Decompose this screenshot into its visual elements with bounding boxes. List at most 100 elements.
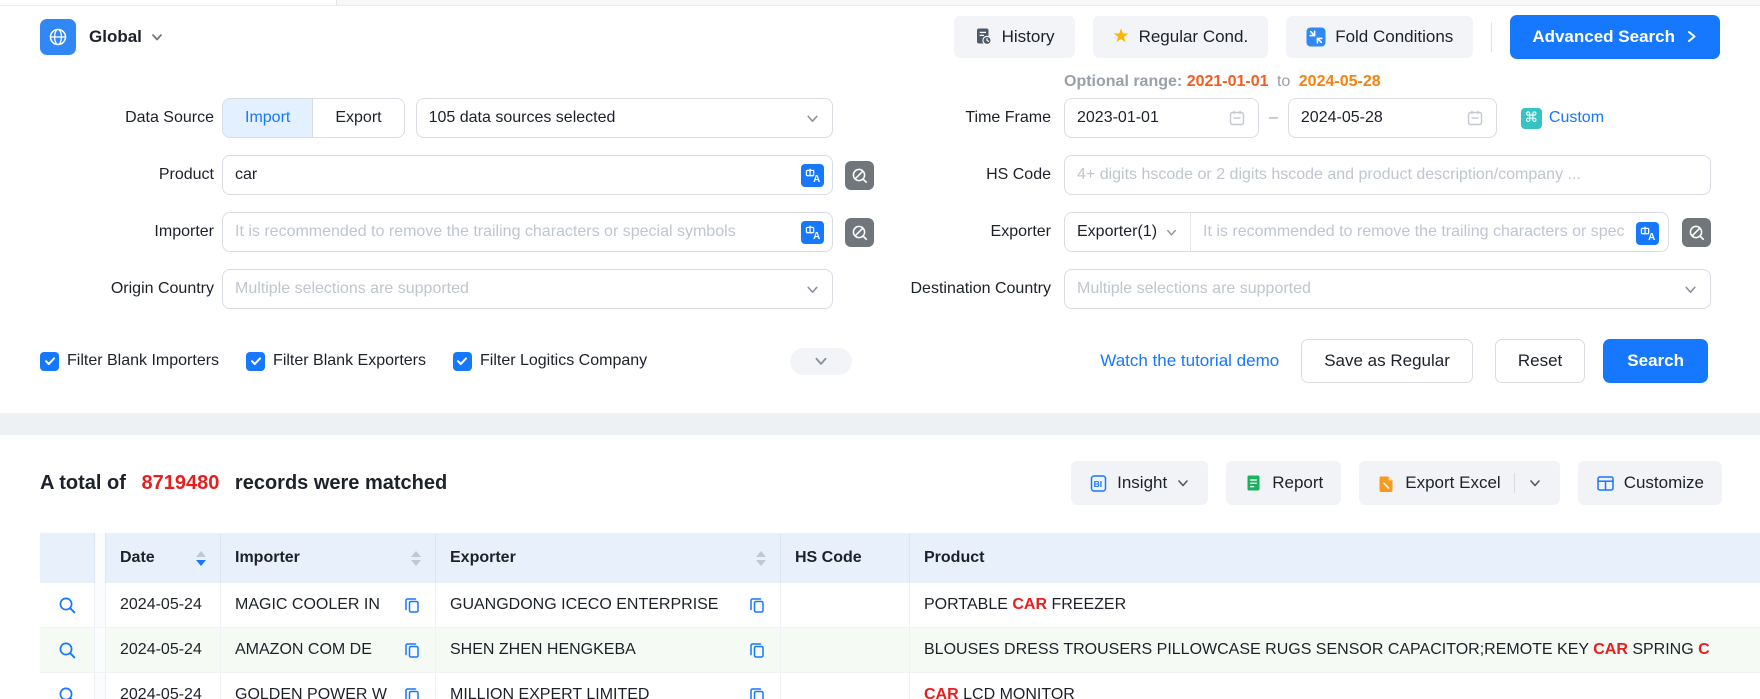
column-header-date: Date (120, 549, 155, 567)
cell-importer[interactable]: AMAZON COM DE (235, 641, 372, 659)
export-tab[interactable]: Export (312, 99, 403, 137)
customize-button[interactable]: Customize (1578, 461, 1722, 505)
data-sources-select[interactable]: 105 data sources selected (416, 98, 833, 138)
fold-icon (1306, 27, 1326, 47)
history-button[interactable]: History (954, 16, 1075, 58)
table-row[interactable]: 2024-05-24 MAGIC COOLER IN GUANGDONG ICE… (40, 583, 1760, 628)
results-table: Date Importer Exporter HS Code Product 2… (40, 533, 1760, 699)
table-row[interactable]: 2024-05-24 AMAZON COM DE SHEN ZHEN HENGK… (40, 628, 1760, 673)
tutorial-link[interactable]: Watch the tutorial demo (1100, 351, 1279, 371)
view-record-button[interactable] (58, 686, 77, 699)
copy-icon (404, 642, 421, 659)
history-label: History (1002, 27, 1055, 47)
advanced-search-label: Advanced Search (1532, 27, 1675, 47)
column-header-hscode: HS Code (795, 549, 862, 567)
insight-button[interactable]: BI Insight (1071, 461, 1208, 505)
sort-date-button[interactable] (182, 551, 206, 566)
svg-text:A: A (813, 231, 820, 241)
table-body: 2024-05-24 MAGIC COOLER IN GUANGDONG ICE… (40, 583, 1760, 699)
match-mode-toggle[interactable] (845, 161, 874, 190)
exporter-type-value: Exporter(1) (1077, 223, 1157, 241)
copy-importer-button[interactable] (404, 687, 421, 699)
data-source-label: Data Source (40, 109, 214, 127)
cell-importer[interactable]: MAGIC COOLER IN (235, 596, 380, 614)
copy-importer-button[interactable] (404, 597, 421, 614)
chevron-down-icon (805, 111, 820, 126)
chevron-down-icon (1176, 476, 1190, 490)
reset-button[interactable]: Reset (1495, 339, 1585, 383)
cell-product: PORTABLE CAR FREEZER (924, 596, 1126, 614)
translate-icon[interactable]: A (1636, 222, 1659, 245)
star-icon: ★ (1113, 27, 1130, 46)
start-date-input[interactable]: 2023-01-01 (1064, 98, 1259, 138)
calendar-icon (1466, 109, 1484, 127)
exclude-search-icon (1687, 223, 1706, 242)
copy-exporter-button[interactable] (749, 597, 766, 614)
importer-input[interactable] (222, 212, 833, 252)
cell-product: CAR LCD MONITOR (924, 686, 1075, 699)
view-record-button[interactable] (58, 641, 77, 660)
export-excel-button[interactable]: Export Excel (1359, 461, 1559, 505)
checkbox-label: Filter Blank Exporters (273, 352, 426, 370)
translate-icon[interactable]: A (801, 221, 824, 244)
sort-exporter-button[interactable] (742, 551, 766, 566)
exporter-label: Exporter (874, 223, 1051, 241)
origin-country-label: Origin Country (40, 280, 214, 298)
end-date-input[interactable]: 2024-05-28 (1288, 98, 1497, 138)
regular-cond-button[interactable]: ★ Regular Cond. (1093, 16, 1269, 58)
cell-exporter[interactable]: SHEN ZHEN HENGKEBA (450, 641, 636, 659)
fixed-column-divider (95, 628, 106, 672)
chevron-down-icon (813, 353, 829, 369)
total-prefix: A total of (40, 472, 126, 494)
translate-icon[interactable]: A (801, 164, 824, 187)
chevron-down-icon[interactable] (1528, 476, 1542, 490)
save-as-regular-button[interactable]: Save as Regular (1301, 339, 1473, 383)
report-button[interactable]: Report (1226, 461, 1341, 505)
origin-country-select[interactable]: Multiple selections are supported (222, 269, 833, 309)
magnifier-icon (58, 686, 77, 699)
filter-blank-importers-checkbox[interactable]: Filter Blank Importers (40, 352, 219, 371)
table-row[interactable]: 2024-05-24 GOLDEN POWER W MILLION EXPERT… (40, 673, 1760, 699)
custom-shortcut-icon[interactable]: ⌘ (1521, 108, 1542, 129)
column-header-product: Product (924, 549, 984, 567)
cell-exporter[interactable]: MILLION EXPERT LIMITED (450, 686, 649, 699)
origin-country-placeholder: Multiple selections are supported (235, 280, 469, 298)
sort-importer-button[interactable] (397, 551, 421, 566)
filter-logistics-company-checkbox[interactable]: Filter Logitics Company (453, 352, 647, 371)
expand-conditions-button[interactable] (790, 348, 852, 375)
hs-code-input[interactable] (1064, 155, 1711, 195)
customize-label: Customize (1624, 473, 1704, 493)
magnifier-icon (58, 596, 77, 615)
data-source-toggle: Import Export (222, 98, 405, 138)
view-record-button[interactable] (58, 596, 77, 615)
advanced-search-button[interactable]: Advanced Search (1510, 15, 1720, 59)
destination-country-select[interactable]: Multiple selections are supported (1064, 269, 1711, 309)
custom-link[interactable]: Custom (1549, 109, 1604, 127)
exclude-search-icon (850, 223, 869, 242)
product-input[interactable] (222, 155, 833, 195)
copy-exporter-button[interactable] (749, 642, 766, 659)
match-mode-toggle[interactable] (845, 218, 874, 247)
exporter-type-select[interactable]: Exporter(1) (1065, 213, 1191, 251)
fold-conditions-button[interactable]: Fold Conditions (1286, 16, 1473, 58)
checkbox-label: Filter Logitics Company (480, 352, 647, 370)
optional-range-start: 2021-01-01 (1187, 73, 1269, 90)
import-tab[interactable]: Import (223, 99, 312, 137)
fixed-column-divider (95, 533, 106, 583)
region-selector[interactable]: Global (40, 19, 164, 55)
optional-range-label: Optional range: (1064, 73, 1182, 90)
match-mode-toggle[interactable] (1682, 218, 1711, 247)
exclude-search-icon (850, 166, 869, 185)
optional-range-hint: Optional range: 2021-01-01 to 2024-05-28 (1064, 73, 1381, 91)
cell-exporter[interactable]: GUANGDONG ICECO ENTERPRISE (450, 596, 718, 614)
exporter-input[interactable] (1191, 213, 1668, 251)
copy-exporter-button[interactable] (749, 687, 766, 699)
cell-product: BLOUSES DRESS TROUSERS PILLOWCASE RUGS S… (924, 641, 1710, 659)
filter-blank-exporters-checkbox[interactable]: Filter Blank Exporters (246, 352, 426, 371)
time-frame-label: Time Frame (874, 109, 1051, 127)
insight-label: Insight (1117, 473, 1167, 493)
calendar-icon (1228, 109, 1246, 127)
search-button[interactable]: Search (1603, 339, 1708, 383)
cell-importer[interactable]: GOLDEN POWER W (235, 686, 387, 699)
copy-importer-button[interactable] (404, 642, 421, 659)
